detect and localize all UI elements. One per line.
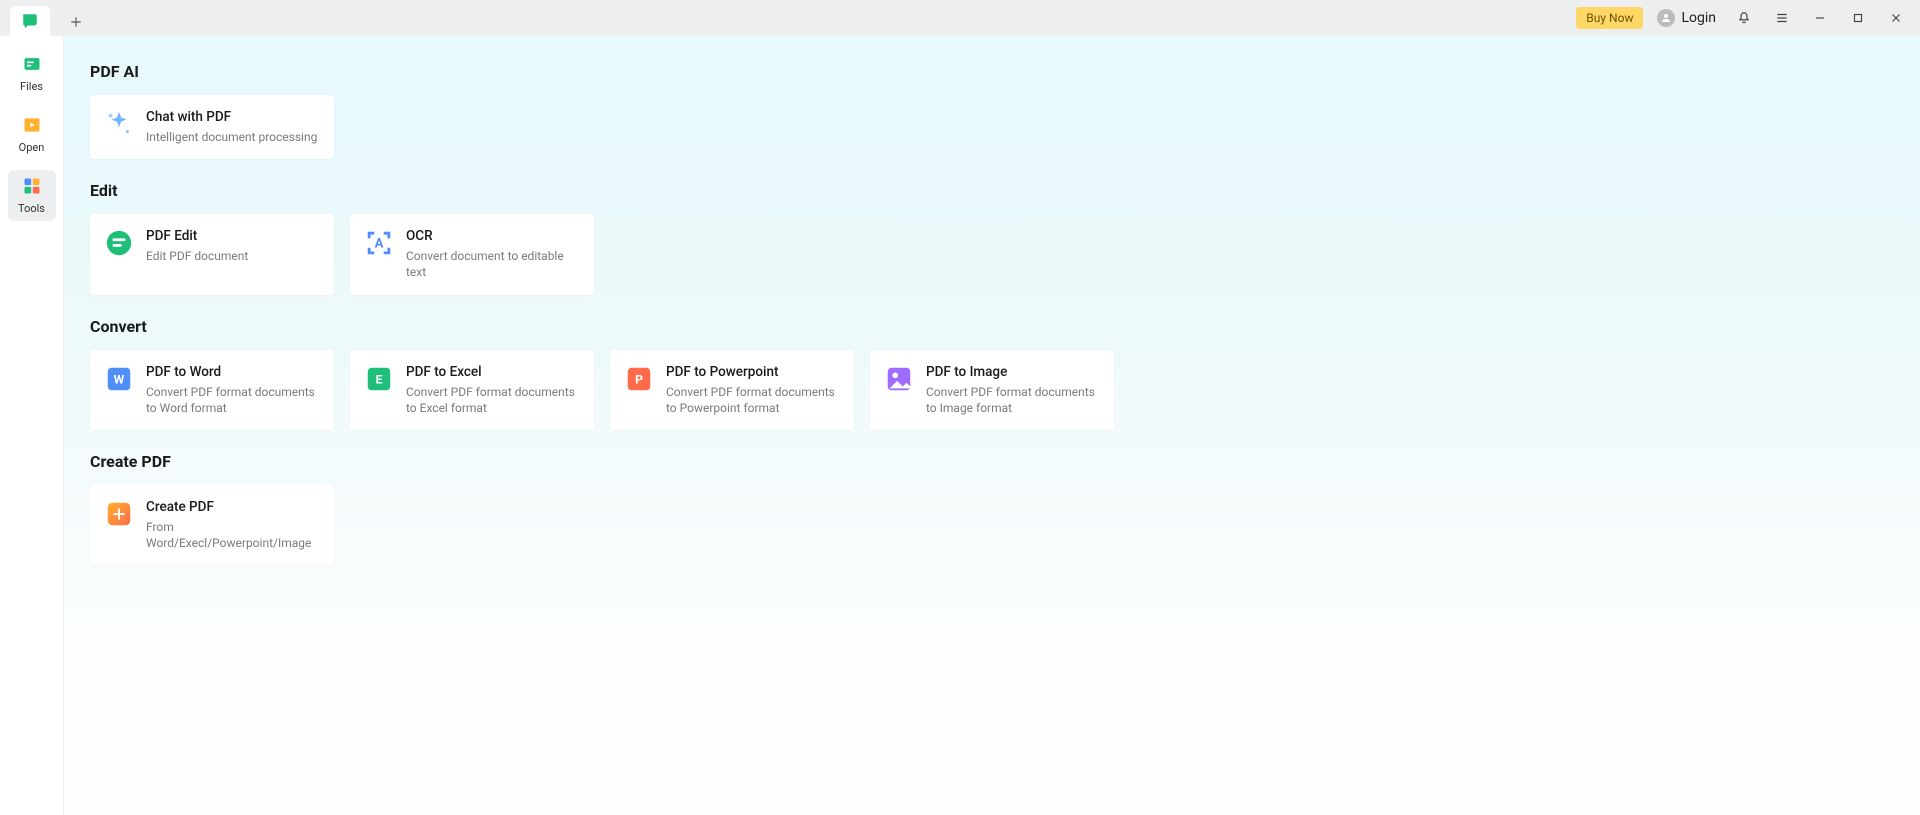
main-content: PDF AI Chat with PDF Intelligent documen…	[64, 36, 1920, 815]
app-logo-icon	[21, 12, 39, 30]
card-subtitle: Intelligent document processing	[146, 129, 317, 145]
create-pdf-icon	[104, 499, 134, 529]
minimize-icon[interactable]	[1806, 4, 1834, 32]
card-subtitle: Convert PDF format documents to Powerpoi…	[666, 384, 840, 416]
close-icon[interactable]	[1882, 4, 1910, 32]
tab-area	[0, 0, 90, 36]
card-title: OCR	[406, 228, 580, 244]
card-title: Chat with PDF	[146, 109, 317, 125]
card-subtitle: Convert document to editable text	[406, 248, 580, 280]
sidebar-item-label: Files	[20, 80, 43, 93]
sidebar-item-files[interactable]: Files	[8, 48, 56, 99]
login-button[interactable]: Login	[1653, 7, 1720, 29]
card-pdf-to-image[interactable]: PDF to Image Convert PDF format document…	[870, 350, 1114, 430]
card-create-pdf[interactable]: Create PDF From Word/Execl/Powerpoint/Im…	[90, 485, 334, 565]
new-tab-button[interactable]	[62, 8, 90, 36]
avatar-icon	[1657, 9, 1675, 27]
pdf-edit-icon	[104, 228, 134, 258]
card-title: PDF to Powerpoint	[666, 364, 840, 380]
tools-icon	[22, 176, 42, 196]
image-icon	[884, 364, 914, 394]
card-pdf-to-word[interactable]: W PDF to Word Convert PDF format documen…	[90, 350, 334, 430]
notifications-icon[interactable]	[1730, 4, 1758, 32]
sidebar-item-tools[interactable]: Tools	[8, 170, 56, 221]
sparkle-icon	[104, 109, 134, 139]
section-title-pdf-ai: PDF AI	[90, 62, 1894, 81]
card-title: PDF to Word	[146, 364, 320, 380]
ocr-icon: A	[364, 228, 394, 258]
svg-text:P: P	[635, 372, 643, 386]
login-label: Login	[1681, 10, 1716, 26]
excel-icon: E	[364, 364, 394, 394]
card-chat-with-pdf[interactable]: Chat with PDF Intelligent document proce…	[90, 95, 334, 159]
card-ocr[interactable]: A OCR Convert document to editable text	[350, 214, 594, 294]
svg-text:A: A	[375, 237, 384, 252]
card-title: PDF Edit	[146, 228, 248, 244]
section-title-create-pdf: Create PDF	[90, 452, 1894, 471]
card-title: PDF to Image	[926, 364, 1100, 380]
titlebar: Buy Now Login	[0, 0, 1920, 36]
hamburger-menu-icon[interactable]	[1768, 4, 1796, 32]
app-tab[interactable]	[10, 6, 50, 36]
card-pdf-to-excel[interactable]: E PDF to Excel Convert PDF format docume…	[350, 350, 594, 430]
section-title-edit: Edit	[90, 181, 1894, 200]
card-pdf-edit[interactable]: PDF Edit Edit PDF document	[90, 214, 334, 294]
titlebar-right: Buy Now Login	[1576, 4, 1920, 32]
files-icon	[22, 54, 42, 74]
card-pdf-to-powerpoint[interactable]: P PDF to Powerpoint Convert PDF format d…	[610, 350, 854, 430]
card-subtitle: Edit PDF document	[146, 248, 248, 264]
sidebar: Files Open Tools	[0, 36, 64, 815]
sidebar-item-label: Tools	[18, 202, 45, 215]
maximize-icon[interactable]	[1844, 4, 1872, 32]
svg-text:E: E	[376, 372, 383, 386]
section-title-convert: Convert	[90, 317, 1894, 336]
word-icon: W	[104, 364, 134, 394]
card-subtitle: Convert PDF format documents to Excel fo…	[406, 384, 580, 416]
card-subtitle: From Word/Execl/Powerpoint/Image	[146, 519, 320, 551]
card-subtitle: Convert PDF format documents to Word for…	[146, 384, 320, 416]
sidebar-item-label: Open	[19, 141, 45, 154]
card-title: PDF to Excel	[406, 364, 580, 380]
card-subtitle: Convert PDF format documents to Image fo…	[926, 384, 1100, 416]
open-icon	[22, 115, 42, 135]
buy-now-button[interactable]: Buy Now	[1576, 7, 1643, 29]
svg-text:W: W	[114, 372, 125, 386]
sidebar-item-open[interactable]: Open	[8, 109, 56, 160]
powerpoint-icon: P	[624, 364, 654, 394]
card-title: Create PDF	[146, 499, 320, 515]
